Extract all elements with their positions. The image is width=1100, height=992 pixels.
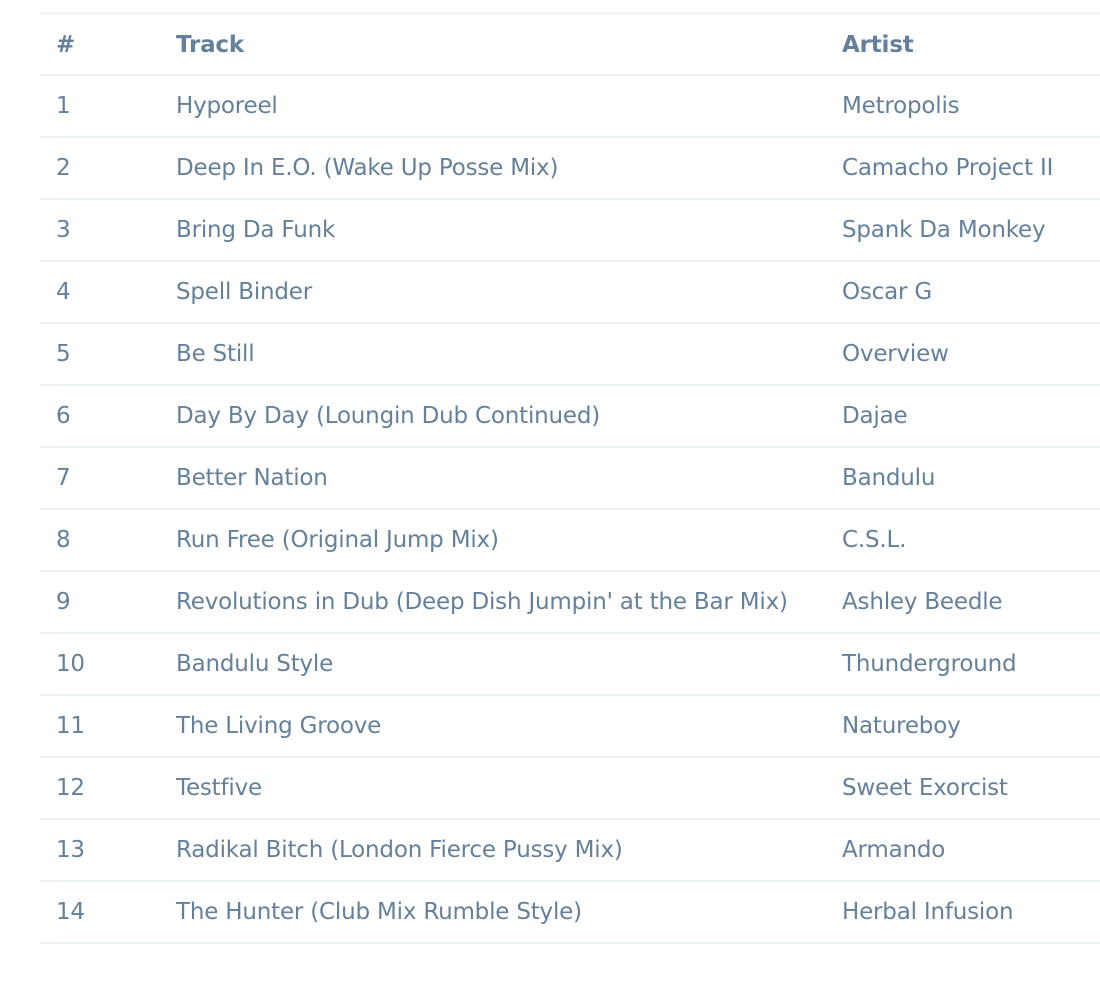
artist-name-cell: C.S.L.	[826, 509, 1100, 572]
artist-name-cell: Sweet Exorcist	[826, 757, 1100, 820]
track-title-cell: Testfive	[160, 757, 826, 820]
column-header-track[interactable]: Track	[160, 15, 826, 76]
track-title-cell: Spell Binder	[160, 261, 826, 324]
track-number-cell: 4	[40, 261, 160, 324]
table-row[interactable]: 9 Revolutions in Dub (Deep Dish Jumpin' a…	[40, 571, 1100, 634]
track-title-cell: Day By Day (Loungin Dub Continued)	[160, 385, 826, 448]
artist-name-cell: Spank Da Monkey	[826, 199, 1100, 262]
track-title-cell: Bring Da Funk	[160, 199, 826, 262]
track-number-cell: 2	[40, 137, 160, 200]
track-number-cell: 14	[40, 881, 160, 944]
column-header-artist[interactable]: Artist	[826, 15, 1100, 76]
track-title-cell: The Hunter (Club Mix Rumble Style)	[160, 881, 826, 944]
artist-name-cell: Overview	[826, 323, 1100, 386]
artist-name-cell: Thunderground	[826, 633, 1100, 696]
table-row[interactable]: 12 Testfive Sweet Exorcist	[40, 757, 1100, 820]
table-row[interactable]: 5 Be Still Overview	[40, 323, 1100, 386]
table-row[interactable]: 6 Day By Day (Loungin Dub Continued) Dajae	[40, 385, 1100, 448]
artist-name-cell: Armando	[826, 819, 1100, 882]
track-title-cell: Better Nation	[160, 447, 826, 510]
artist-name-cell: Metropolis	[826, 75, 1100, 138]
track-title-cell: Hyporeel	[160, 75, 826, 138]
track-number-cell: 9	[40, 571, 160, 634]
track-number-cell: 13	[40, 819, 160, 882]
artist-name-cell: Bandulu	[826, 447, 1100, 510]
track-title-cell: Revolutions in Dub (Deep Dish Jumpin' at…	[160, 571, 826, 634]
artist-name-cell: Ashley Beedle	[826, 571, 1100, 634]
table-row[interactable]: 1 Hyporeel Metropolis	[40, 75, 1100, 138]
table-body: 1 Hyporeel Metropolis 2 Deep In E.O. (Wake U…	[40, 75, 1100, 944]
track-number-cell: 1	[40, 75, 160, 138]
artist-name-cell: Oscar G	[826, 261, 1100, 324]
track-title-cell: Bandulu Style	[160, 633, 826, 696]
table-row[interactable]: 2 Deep In E.O. (Wake Up Posse Mix) Camacho…	[40, 137, 1100, 200]
track-title-cell: Deep In E.O. (Wake Up Posse Mix)	[160, 137, 826, 200]
table-row[interactable]: 8 Run Free (Original Jump Mix) C.S.L.	[40, 509, 1100, 572]
track-title-cell: The Living Groove	[160, 695, 826, 758]
table-row[interactable]: 4 Spell Binder Oscar G	[40, 261, 1100, 324]
track-number-cell: 11	[40, 695, 160, 758]
table-row[interactable]: 11 The Living Groove Natureboy	[40, 695, 1100, 758]
artist-name-cell: Herbal Infusion	[826, 881, 1100, 944]
track-number-cell: 12	[40, 757, 160, 820]
table-row[interactable]: 3 Bring Da Funk Spank Da Monkey	[40, 199, 1100, 262]
track-number-cell: 7	[40, 447, 160, 510]
table-row[interactable]: 7 Better Nation Bandulu	[40, 447, 1100, 510]
track-title-cell: Run Free (Original Jump Mix)	[160, 509, 826, 572]
artist-name-cell: Dajae	[826, 385, 1100, 448]
table-row[interactable]: 10 Bandulu Style Thunderground	[40, 633, 1100, 696]
artist-name-cell: Natureboy	[826, 695, 1100, 758]
track-number-cell: 10	[40, 633, 160, 696]
track-number-cell: 5	[40, 323, 160, 386]
table-row[interactable]: 14 The Hunter (Club Mix Rumble Style) Herb…	[40, 881, 1100, 944]
tracklist-table-container: # Track Artist 1 Hyporeel Metropolis 2 Deep …	[40, 12, 1100, 944]
track-number-cell: 8	[40, 509, 160, 572]
column-header-number[interactable]: #	[40, 15, 160, 76]
tracklist-table: # Track Artist 1 Hyporeel Metropolis 2 Deep …	[40, 15, 1100, 944]
table-header-row: # Track Artist	[40, 15, 1100, 76]
table-row[interactable]: 13 Radikal Bitch (London Fierce Pussy Mix…	[40, 819, 1100, 882]
track-title-cell: Radikal Bitch (London Fierce Pussy Mix)	[160, 819, 826, 882]
track-number-cell: 6	[40, 385, 160, 448]
artist-name-cell: Camacho Project II	[826, 137, 1100, 200]
track-number-cell: 3	[40, 199, 160, 262]
track-title-cell: Be Still	[160, 323, 826, 386]
